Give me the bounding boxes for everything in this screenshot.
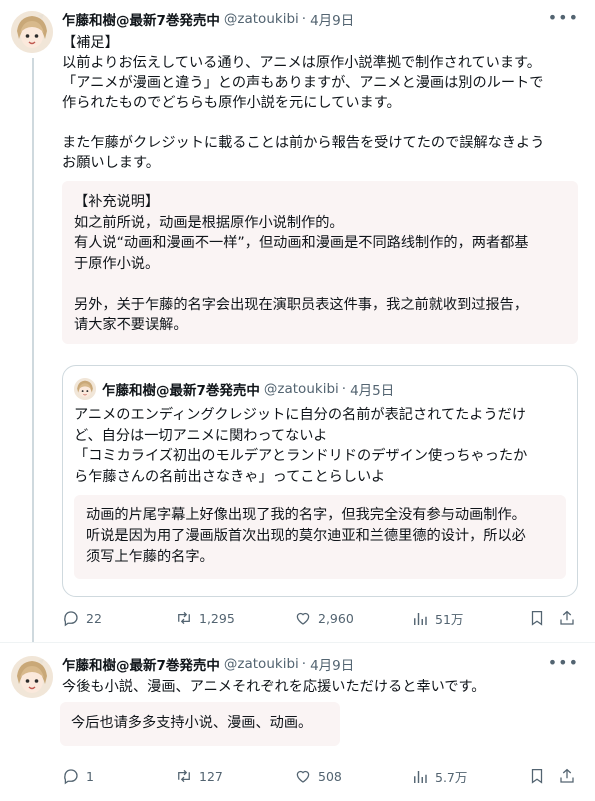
tweet-text: 【補足】 以前よりお伝えしている通り、アニメは原作小説準拠で制作されています。 … (62, 35, 545, 171)
retweet-count: 127 (199, 768, 223, 784)
reply-icon (64, 611, 78, 627)
tweet-main[interactable]: 乍藤和樹@最新7巻発売中 @zatoukibi · 4月9日 ••• 【補足】 … (0, 0, 595, 642)
bookmark-icon (531, 768, 543, 784)
reply-icon (64, 769, 78, 785)
heart-icon (296, 612, 310, 625)
views-count: 5.7万 (435, 770, 468, 785)
bookmark-button[interactable] (528, 609, 546, 627)
more-options-icon[interactable]: ••• (548, 8, 579, 27)
reply-more-options-icon[interactable]: ••• (548, 653, 579, 672)
retweet-icon (178, 611, 190, 625)
bookmark-button[interactable] (528, 767, 546, 785)
like-count: 508 (318, 768, 342, 784)
reply-translation-box: 今后也请多多支持小说、漫画、动画。 (60, 702, 340, 746)
quoted-translation-box: 动画的片尾字幕上好像出现了我的名字，但我完全没有参与动画制作。 听说是因为用了漫… (74, 495, 566, 579)
like-button[interactable]: 508 (294, 767, 342, 785)
reply-author-avatar[interactable] (11, 656, 53, 698)
retweet-button[interactable]: 1,295 (175, 609, 235, 627)
reply-tweet-actions: 1 127 508 5.7万 (62, 767, 580, 789)
quoted-author-name: 乍藤和樹@最新7巻発売中 (102, 383, 260, 399)
reply-tweet-header: 乍藤和樹@最新7巻発売中 @zatoukibi · 4月9日 (62, 654, 555, 674)
reply-tweet-text: 今後も小説、漫画、アニメそれぞれを応援いただけると幸いです。 (62, 679, 486, 695)
quoted-author-handle: @zatoukibi (263, 381, 339, 397)
quoted-tweet-header: 乍藤和樹@最新7巻発売中 @zatoukibi · 4月5日 (102, 379, 394, 399)
reply-header-separator: · (301, 656, 307, 672)
tweet-header: 乍藤和樹@最新7巻発売中 @zatoukibi · 4月9日 (62, 9, 555, 29)
views-button[interactable]: 5.7万 (411, 767, 467, 786)
author-avatar[interactable] (11, 11, 53, 53)
share-icon (560, 610, 574, 625)
share-icon (560, 768, 574, 783)
retweet-icon (178, 769, 190, 783)
reply-button[interactable]: 1 (62, 767, 94, 785)
views-button[interactable]: 51万 (411, 609, 463, 628)
like-button[interactable]: 2,960 (294, 609, 354, 627)
reply-tweet-date[interactable]: 4月9日 (310, 654, 354, 674)
share-button[interactable] (558, 767, 576, 785)
reply-count: 1 (86, 768, 94, 784)
reply-author-handle[interactable]: @zatoukibi (224, 656, 299, 672)
author-name[interactable]: 乍藤和樹@最新7巻発売中 (62, 9, 220, 29)
quoted-tweet-text: アニメのエンディングクレジットに自分の名前が表記されてたようだけ ど、自分は一切… (74, 407, 528, 485)
quoted-header-separator: · (341, 381, 347, 397)
bookmark-icon (531, 610, 543, 626)
like-count: 2,960 (318, 610, 354, 626)
reply-button[interactable]: 22 (62, 609, 102, 627)
author-handle[interactable]: @zatoukibi (224, 11, 299, 27)
retweet-button[interactable]: 127 (175, 767, 223, 785)
views-count: 51万 (435, 612, 464, 627)
reply-author-name[interactable]: 乍藤和樹@最新7巻発売中 (62, 654, 220, 674)
quoted-tweet[interactable]: 乍藤和樹@最新7巻発売中 @zatoukibi · 4月5日 アニメのエンディン… (62, 365, 578, 597)
heart-icon (296, 770, 310, 783)
header-separator: · (301, 11, 307, 27)
share-button[interactable] (558, 609, 576, 627)
reply-count: 22 (86, 610, 102, 626)
quoted-tweet-date: 4月5日 (350, 383, 395, 399)
quoted-author-avatar[interactable] (74, 378, 96, 400)
views-icon (414, 770, 427, 783)
tweet-actions: 22 1,295 2,960 51万 (62, 609, 580, 631)
views-icon (414, 612, 427, 625)
retweet-count: 1,295 (199, 610, 235, 626)
translation-box: 【补充说明】 如之前所说，动画是根据原作小说制作的。 有人说“动画和漫画不一样”… (62, 181, 578, 344)
tweet-date[interactable]: 4月9日 (310, 9, 354, 29)
